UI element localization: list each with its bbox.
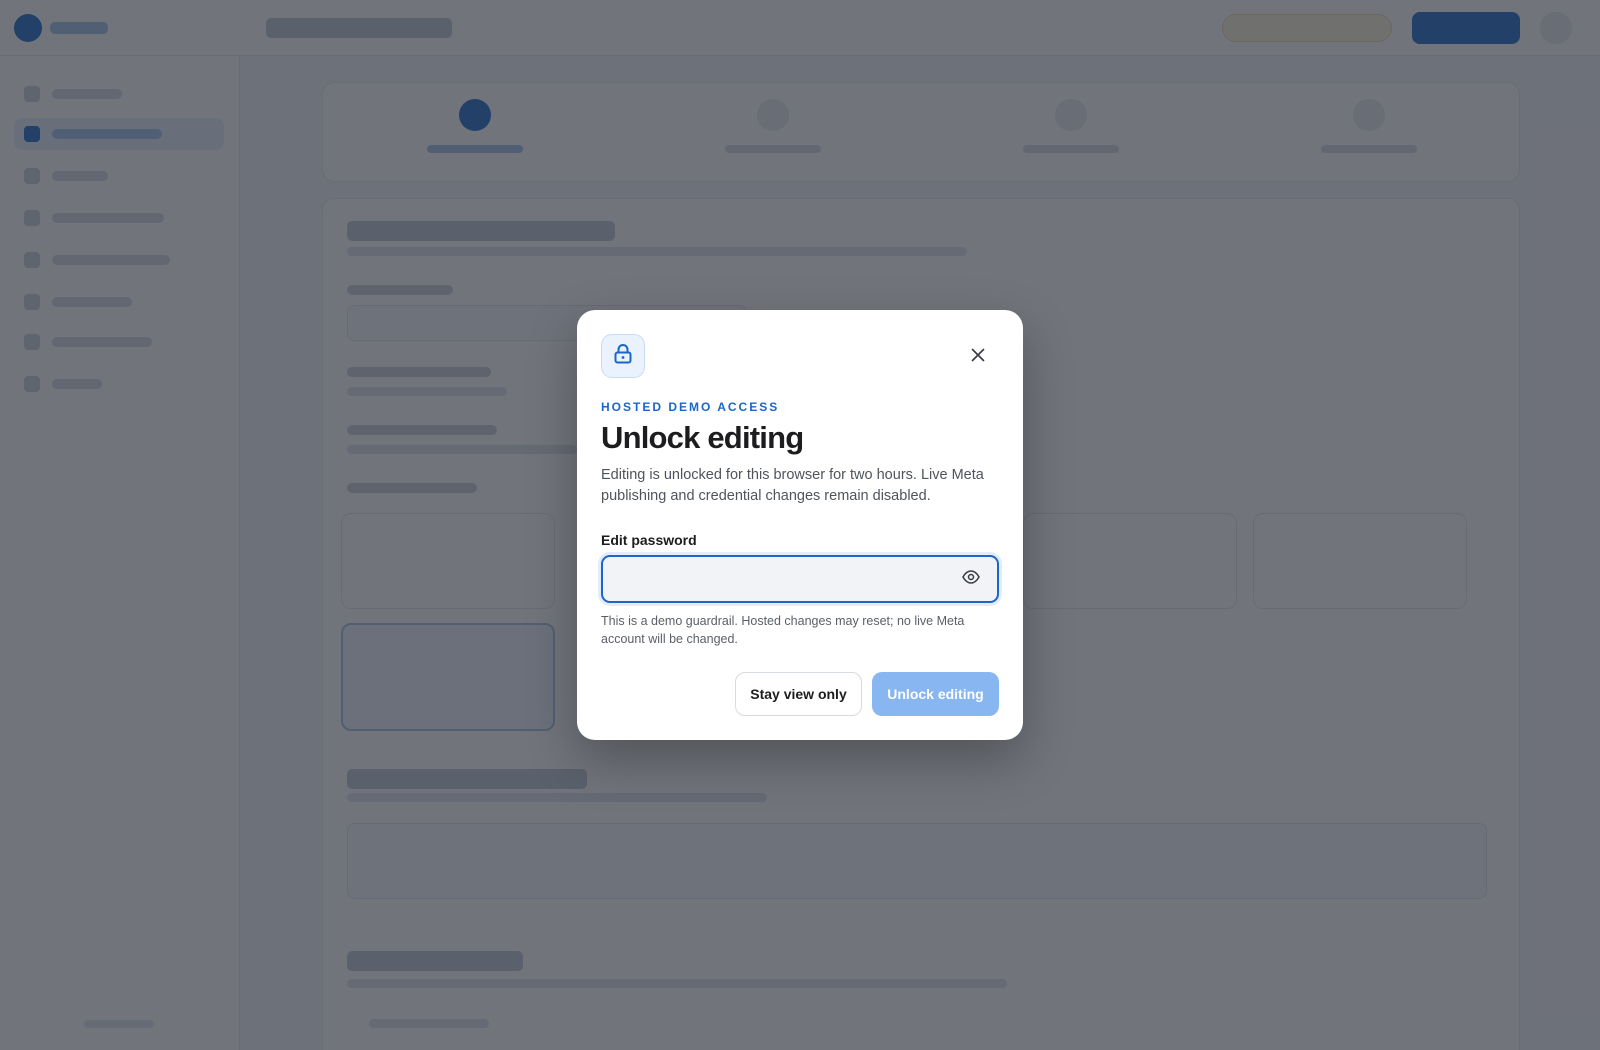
- toggle-password-visibility-button[interactable]: [959, 569, 983, 589]
- stay-view-only-button[interactable]: Stay view only: [735, 672, 862, 716]
- dialog-eyebrow: HOSTED DEMO ACCESS: [601, 400, 780, 414]
- unlock-editing-button[interactable]: Unlock editing: [872, 672, 999, 716]
- password-input[interactable]: [613, 565, 943, 593]
- lock-icon: [613, 343, 633, 370]
- lock-icon-tile: [601, 334, 645, 378]
- eye-icon: [962, 569, 980, 589]
- dialog-description: Editing is unlocked for this browser for…: [601, 467, 984, 504]
- close-button[interactable]: [965, 344, 991, 370]
- password-label: Edit password: [601, 532, 697, 548]
- password-field[interactable]: [601, 555, 999, 603]
- password-hint: This is a demo guardrail. Hosted changes…: [601, 614, 965, 646]
- unlock-editing-dialog: HOSTED DEMO ACCESS Unlock editing Editin…: [577, 310, 1023, 740]
- dialog-title: Unlock editing: [601, 420, 804, 455]
- close-icon: [971, 348, 985, 367]
